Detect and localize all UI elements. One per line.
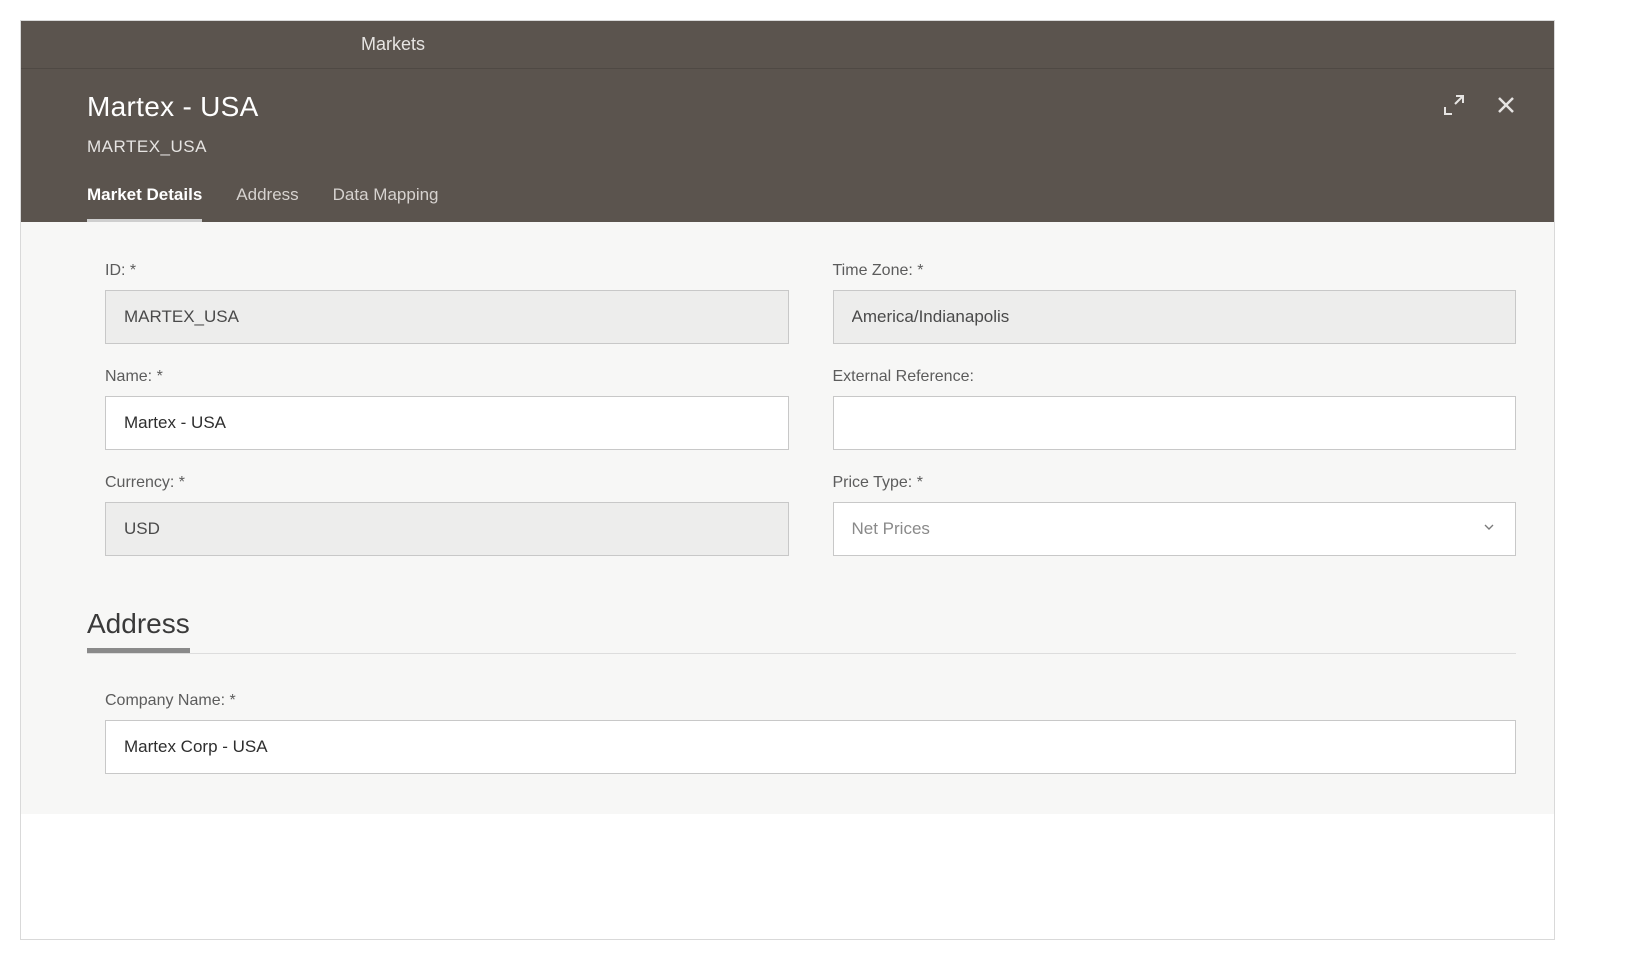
tab-market-details[interactable]: Market Details [87,185,202,222]
header-actions [1442,93,1518,117]
timezone-field[interactable] [833,290,1517,344]
timezone-label: Time Zone: * [833,262,1517,280]
name-label: Name: * [105,368,789,386]
panel-header: Martex - USA MARTEX_USA Market Details A… [21,69,1554,222]
breadcrumb-title: Markets [361,34,425,55]
page-subtitle: MARTEX_USA [87,137,1514,157]
address-heading: Address [87,608,190,653]
currency-label: Currency: * [105,474,789,492]
external-reference-label: External Reference: [833,368,1517,386]
market-editor-panel: Markets Martex - USA MARTEX_USA Market D… [20,20,1555,940]
company-name-field[interactable] [105,720,1516,774]
price-type-selected-value: Net Prices [852,519,930,539]
breadcrumb-bar: Markets [21,21,1554,69]
price-type-select[interactable]: Net Prices [833,502,1517,556]
tab-address[interactable]: Address [236,185,298,222]
page-title: Martex - USA [87,91,1514,123]
tab-data-mapping[interactable]: Data Mapping [333,185,439,222]
price-type-label: Price Type: * [833,474,1517,492]
id-field[interactable] [105,290,789,344]
address-section-header: Address [87,608,1516,654]
currency-field[interactable] [105,502,789,556]
tabs: Market Details Address Data Mapping [87,185,1514,222]
close-icon[interactable] [1494,93,1518,117]
company-name-label: Company Name: * [105,692,1516,710]
form-content: ID: * Time Zone: * Name: * External Refe… [21,222,1554,814]
external-reference-field[interactable] [833,396,1517,450]
name-field[interactable] [105,396,789,450]
id-label: ID: * [105,262,789,280]
chevron-down-icon [1481,519,1497,540]
expand-icon[interactable] [1442,93,1466,117]
